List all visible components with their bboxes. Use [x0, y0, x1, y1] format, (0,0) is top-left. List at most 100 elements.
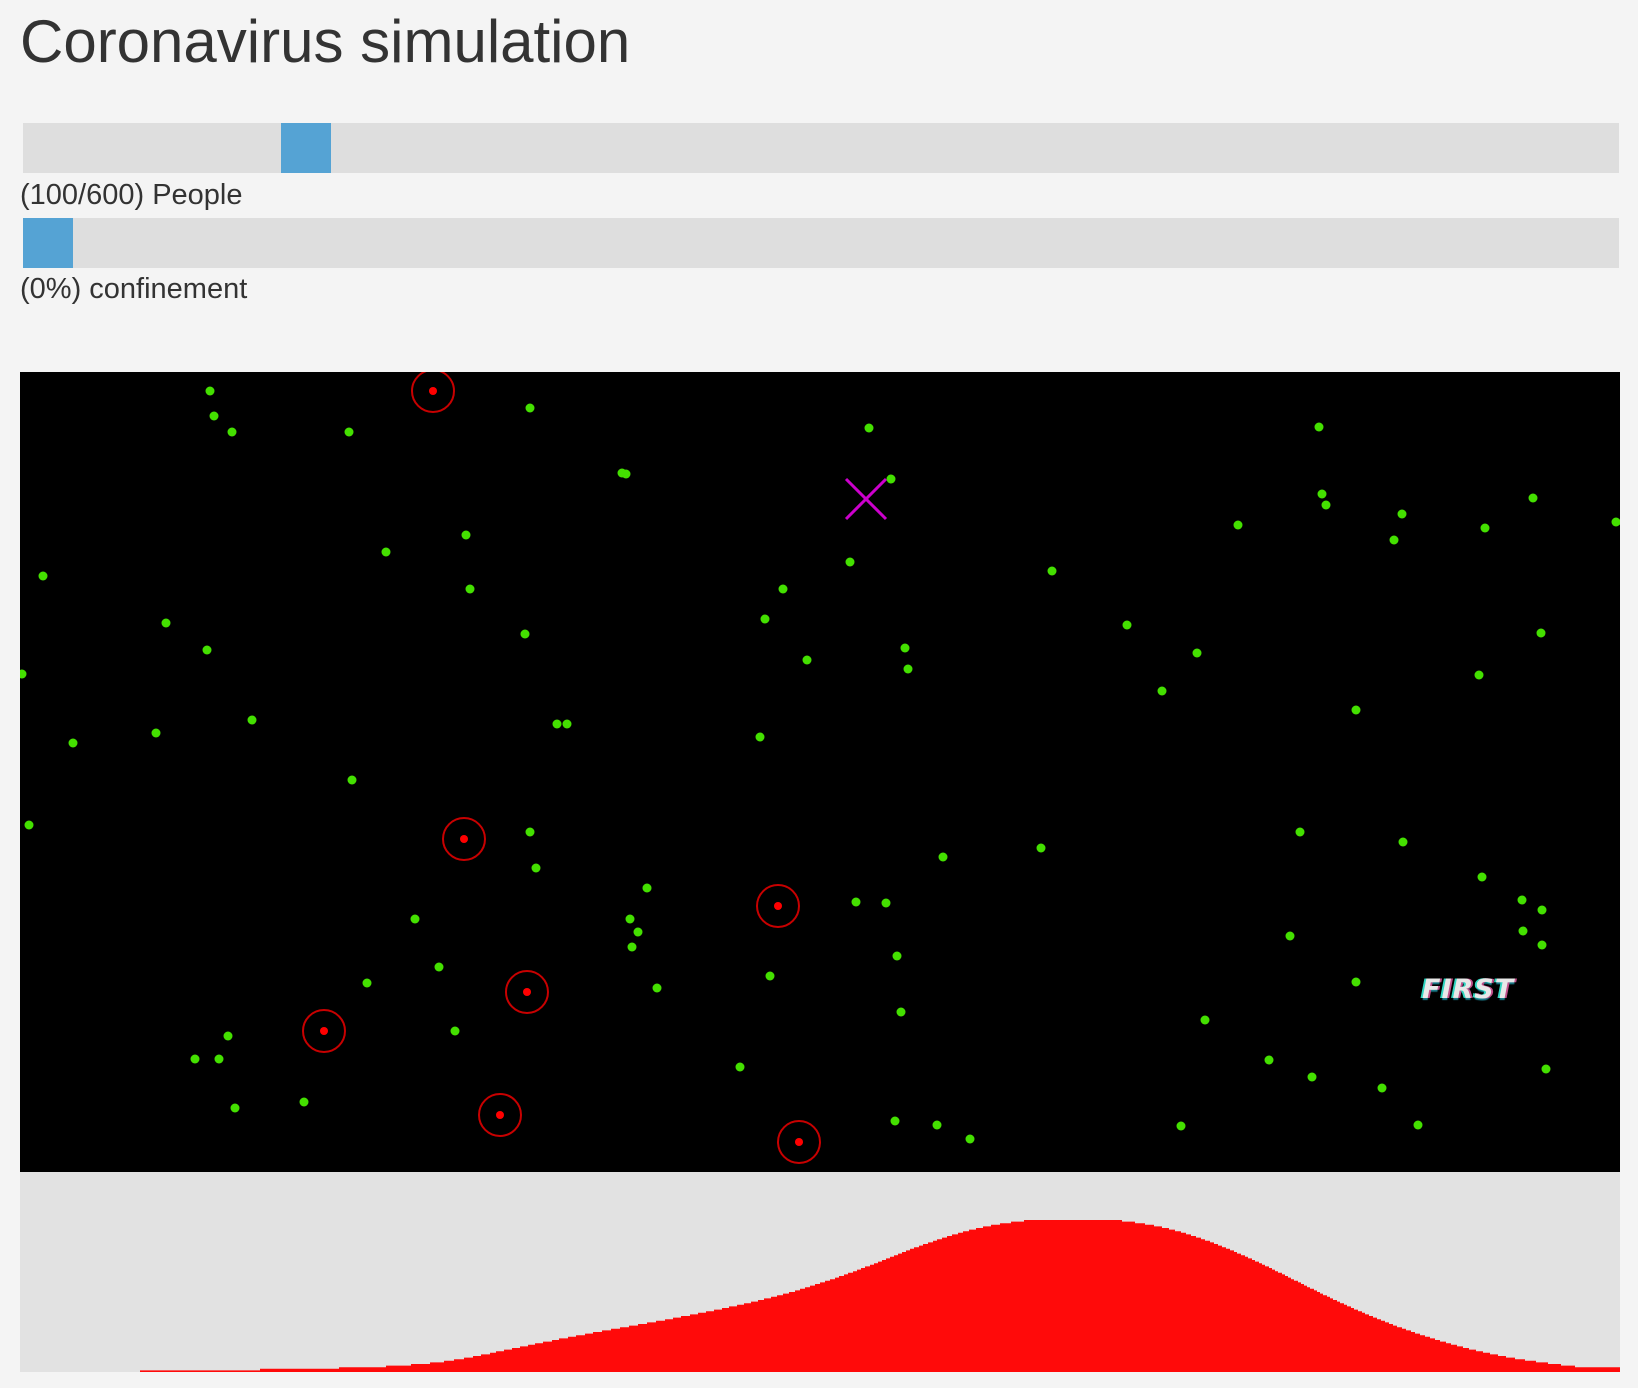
- infected-dot: [795, 1138, 803, 1146]
- healthy-person: [410, 914, 420, 924]
- healthy-person: [864, 423, 874, 433]
- healthy-person: [1200, 1015, 1210, 1025]
- healthy-person: [223, 1031, 233, 1041]
- infected-person: [478, 1093, 522, 1137]
- healthy-person: [1233, 520, 1243, 530]
- healthy-person: [932, 1120, 942, 1130]
- healthy-person: [760, 614, 770, 624]
- healthy-person: [1157, 686, 1167, 696]
- healthy-person: [886, 474, 896, 484]
- healthy-person: [151, 728, 161, 738]
- infected-dot: [429, 387, 437, 395]
- healthy-person: [755, 732, 765, 742]
- simulation-canvas[interactable]: FIRST: [20, 372, 1620, 1172]
- healthy-person: [1192, 648, 1202, 658]
- healthy-person: [938, 852, 948, 862]
- healthy-person: [802, 655, 812, 665]
- healthy-person: [525, 827, 535, 837]
- healthy-person: [562, 719, 572, 729]
- healthy-person: [525, 403, 535, 413]
- healthy-person: [965, 1134, 975, 1144]
- healthy-person: [20, 669, 27, 679]
- healthy-person: [161, 618, 171, 628]
- healthy-person: [1036, 843, 1046, 853]
- infected-dot: [320, 1027, 328, 1035]
- healthy-person: [38, 571, 48, 581]
- infected-dot: [523, 988, 531, 996]
- infected-person: [411, 372, 455, 413]
- simulation-field: [20, 372, 1620, 1164]
- healthy-person: [892, 951, 902, 961]
- infected-person: [756, 884, 800, 928]
- healthy-person: [214, 1054, 224, 1064]
- page-title: Coronavirus simulation: [20, 8, 631, 75]
- healthy-person: [1528, 493, 1538, 503]
- healthy-person: [450, 1026, 460, 1036]
- people-slider[interactable]: [23, 123, 1619, 173]
- healthy-person: [230, 1103, 240, 1113]
- infected-person: [777, 1120, 821, 1164]
- healthy-person: [1537, 940, 1547, 950]
- infected-dot: [774, 902, 782, 910]
- healthy-person: [1389, 535, 1399, 545]
- people-slider-thumb[interactable]: [281, 123, 331, 173]
- healthy-person: [621, 469, 631, 479]
- healthy-person: [1295, 827, 1305, 837]
- healthy-person: [1176, 1121, 1186, 1131]
- infected-person: [505, 970, 549, 1014]
- healthy-person: [890, 1116, 900, 1126]
- healthy-person: [642, 883, 652, 893]
- confinement-slider-thumb[interactable]: [23, 218, 73, 268]
- healthy-person: [1537, 905, 1547, 915]
- healthy-person: [1285, 931, 1295, 941]
- healthy-person: [520, 629, 530, 639]
- healthy-person: [381, 547, 391, 557]
- healthy-person: [1413, 1120, 1423, 1130]
- healthy-person: [1541, 1064, 1551, 1074]
- healthy-person: [227, 427, 237, 437]
- healthy-person: [1480, 523, 1490, 533]
- healthy-person: [531, 863, 541, 873]
- healthy-person: [851, 897, 861, 907]
- healthy-person: [190, 1054, 200, 1064]
- infected-people: [302, 372, 821, 1164]
- healthy-person: [1474, 670, 1484, 680]
- confinement-slider-label: (0%) confinement: [20, 273, 248, 305]
- healthy-person: [347, 775, 357, 785]
- healthy-person: [465, 584, 475, 594]
- healthy-person: [24, 820, 34, 830]
- infected-person: [302, 1009, 346, 1053]
- healthy-person: [1351, 977, 1361, 987]
- healthy-person: [434, 962, 444, 972]
- healthy-person: [362, 978, 372, 988]
- healthy-person: [735, 1062, 745, 1072]
- healthy-person: [68, 738, 78, 748]
- healthy-person: [1321, 500, 1331, 510]
- infected-dot: [496, 1111, 504, 1119]
- infected-area-series: [20, 1220, 1620, 1372]
- infected-person: [442, 817, 486, 861]
- healthy-person: [1397, 509, 1407, 519]
- x-mark-icon: [844, 477, 888, 521]
- healthy-person: [1317, 489, 1327, 499]
- healthy-person: [633, 927, 643, 937]
- healthy-person: [247, 715, 257, 725]
- healthy-person: [881, 898, 891, 908]
- healthy-person: [625, 914, 635, 924]
- healthy-person: [1611, 517, 1620, 527]
- healthy-person: [845, 557, 855, 567]
- confinement-slider[interactable]: [23, 218, 1619, 268]
- healthy-person: [1122, 620, 1132, 630]
- healthy-people: [20, 386, 1620, 1144]
- healthy-person: [461, 530, 471, 540]
- healthy-person: [627, 942, 637, 952]
- healthy-person: [1398, 837, 1408, 847]
- healthy-person: [299, 1097, 309, 1107]
- healthy-person: [1477, 872, 1487, 882]
- people-slider-label: (100/600) People: [20, 179, 243, 211]
- healthy-person: [344, 427, 354, 437]
- infection-curve-svg: [20, 1220, 1620, 1372]
- healthy-person: [765, 971, 775, 981]
- healthy-person: [1536, 628, 1546, 638]
- healthy-person: [1518, 926, 1528, 936]
